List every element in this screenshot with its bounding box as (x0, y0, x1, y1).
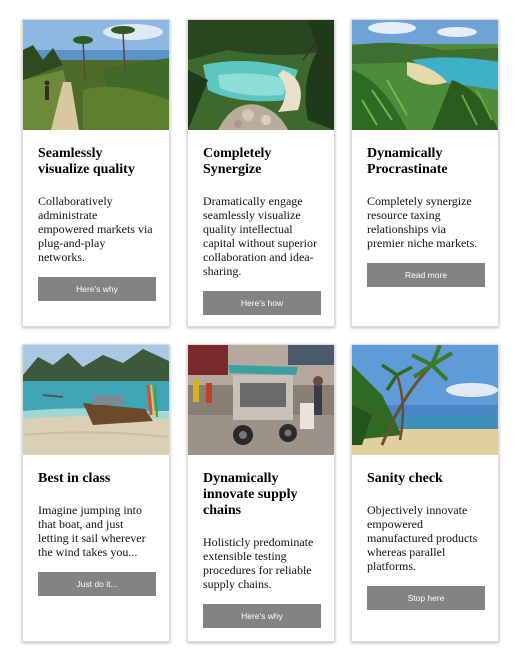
card-button[interactable]: Read more (367, 263, 485, 287)
card-5: Dynamically innovate supply chains Holis… (187, 344, 335, 642)
coastal-ferns-photo (352, 20, 498, 130)
card-button[interactable]: Stop here (367, 586, 485, 610)
street-market-photo (188, 345, 334, 455)
card-title: Dynamically Procrastinate (367, 146, 448, 177)
card-6: Sanity check Objectively innovate empowe… (351, 344, 499, 642)
card-text: Holisticly predominate extensible testin… (203, 535, 314, 591)
card-text: Completely synergize resource taxing rel… (367, 194, 478, 250)
palm-beach-photo (352, 345, 498, 455)
card-title: Best in class (38, 471, 111, 486)
card-title: Sanity check (367, 471, 443, 486)
card-text: Dramatically engage seamlessly visualize… (203, 194, 317, 278)
card-button[interactable]: Here's how (203, 291, 321, 315)
card-1: Seamlessly visualize quality Collaborati… (22, 19, 170, 327)
card-title: Seamlessly visualize quality (38, 146, 135, 177)
forest-trail-photo (23, 20, 169, 130)
card-text: Objectively innovate empowered manufactu… (367, 503, 478, 573)
card-button[interactable]: Just do it... (38, 572, 156, 596)
card-button[interactable]: Here's why (203, 604, 321, 628)
card-text: Imagine jumping into that boat, and just… (38, 503, 146, 559)
turquoise-bay-photo (188, 20, 334, 130)
card-2: Completely Synergize Dramatically engage… (187, 19, 335, 327)
longtail-boat-photo (23, 345, 169, 455)
card-4: Best in class Imagine jumping into that … (22, 344, 170, 642)
card-text: Collaboratively administrate empowered m… (38, 194, 153, 264)
card-title: Completely Synergize (203, 146, 272, 177)
card-button[interactable]: Here's why (38, 277, 156, 301)
card-3: Dynamically Procrastinate Completely syn… (351, 19, 499, 327)
card-title: Dynamically innovate supply chains (203, 471, 298, 518)
